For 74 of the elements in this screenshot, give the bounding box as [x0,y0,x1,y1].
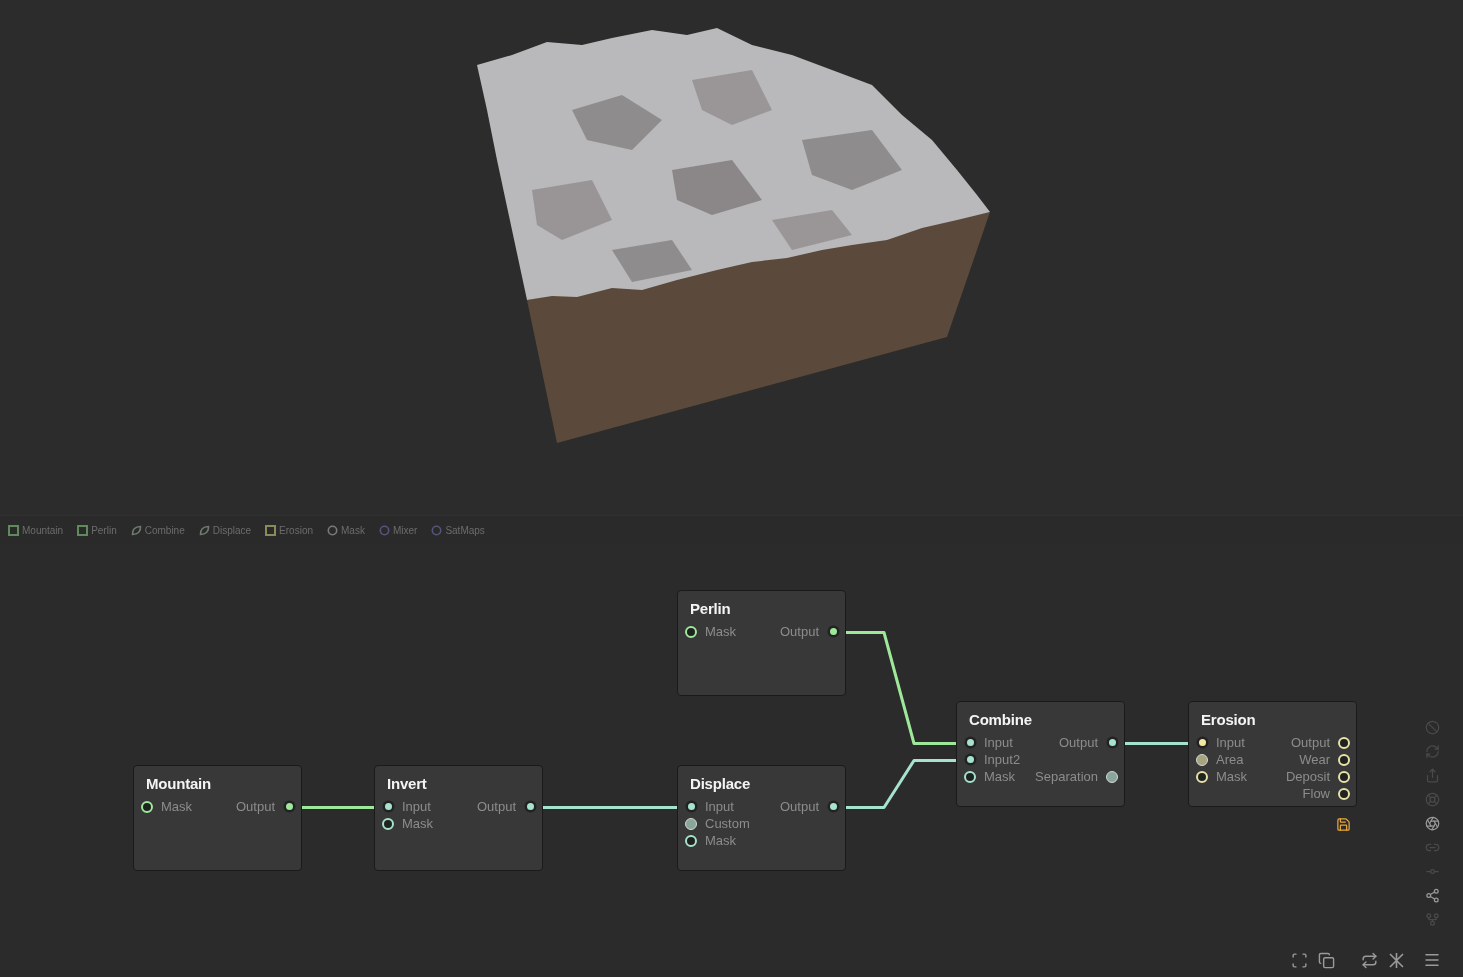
port-icon[interactable] [1196,770,1208,783]
legend-label: Combine [144,524,185,536]
port-icon[interactable] [141,800,153,813]
port-label: Mask [705,624,737,639]
spark-icon[interactable] [1388,951,1405,969]
port-icon[interactable] [285,803,293,810]
port-icon[interactable] [685,817,697,830]
node-title: Displace [689,775,752,794]
port-icon[interactable] [384,803,392,810]
port-label: Output [1290,735,1330,750]
node-card[interactable]: Mountain Mask Output [133,765,302,871]
port-label: Output [476,799,516,814]
legend-label: Displace [212,524,252,536]
node-title: Mountain [145,775,213,794]
port-label: Mask [161,799,193,814]
port-label: Input [402,799,431,814]
port-label: Output [235,799,275,814]
port-icon[interactable] [1198,739,1206,746]
port-label: Input2 [984,752,1021,767]
port-label: Output [779,624,819,639]
port-icon[interactable] [685,834,697,847]
port-label: Area [1216,752,1244,767]
node-title: Invert [386,775,428,794]
node-title: Perlin [689,600,732,619]
port-icon[interactable] [526,803,534,810]
port-label: Output [1058,735,1098,750]
port-label: Input [1216,735,1245,750]
legend-label: Mixer [392,524,418,536]
legend-label: Perlin [91,524,117,536]
port-icon[interactable] [1338,770,1350,783]
port-icon[interactable] [1196,753,1208,766]
port-label: Input [984,735,1013,750]
port-label: Mask [705,833,737,848]
node-card[interactable]: Invert Input Output Mask [374,765,543,871]
port-label: Mask [1216,769,1248,784]
node-title: Erosion [1200,711,1257,730]
port-icon[interactable] [829,803,837,810]
port-label: Mask [402,816,434,831]
nodes-icon[interactable] [1425,888,1440,903]
port-icon[interactable] [966,756,974,763]
port-icon[interactable] [1338,787,1350,800]
port-label: Mask [984,769,1016,784]
port-icon[interactable] [1108,739,1116,746]
port-icon[interactable] [687,803,695,810]
node-card[interactable]: Combine Input Output Input2 Mask Separation [956,701,1125,807]
port-icon[interactable] [829,628,837,635]
port-icon[interactable] [685,625,697,638]
legend-label: Mountain [22,524,64,536]
node-card[interactable]: Perlin Mask Output [677,590,846,696]
port-icon[interactable] [382,817,394,830]
port-label: Separation [1035,769,1098,784]
port-icon[interactable] [1338,736,1350,749]
port-label: Input [705,799,734,814]
port-icon[interactable] [966,739,974,746]
frame-icon[interactable] [1291,951,1308,969]
aperture-icon[interactable] [1425,816,1440,831]
port-icon[interactable] [964,770,976,783]
node-title: Combine [968,711,1033,730]
port-label: Deposit [1285,769,1330,784]
port-label: Flow [1302,786,1330,801]
copy-icon[interactable] [1318,951,1335,969]
legend-label: Erosion [279,524,313,536]
port-icon[interactable] [1106,770,1118,783]
port-icon[interactable] [1338,753,1350,766]
save-icon[interactable] [1336,817,1351,832]
legend-label: SatMaps [445,524,485,536]
refresh-icon[interactable] [1361,951,1378,969]
node-card[interactable]: Displace Input Output Custom Mask [677,765,846,871]
menu-icon[interactable] [1423,951,1441,969]
port-label: Output [779,799,819,814]
port-label: Wear [1299,752,1330,767]
node-card[interactable]: Erosion Input Output Area Wear Mask Deposit Flow [1188,701,1357,807]
port-label: Custom [705,816,750,831]
legend-label: Mask [341,524,365,536]
